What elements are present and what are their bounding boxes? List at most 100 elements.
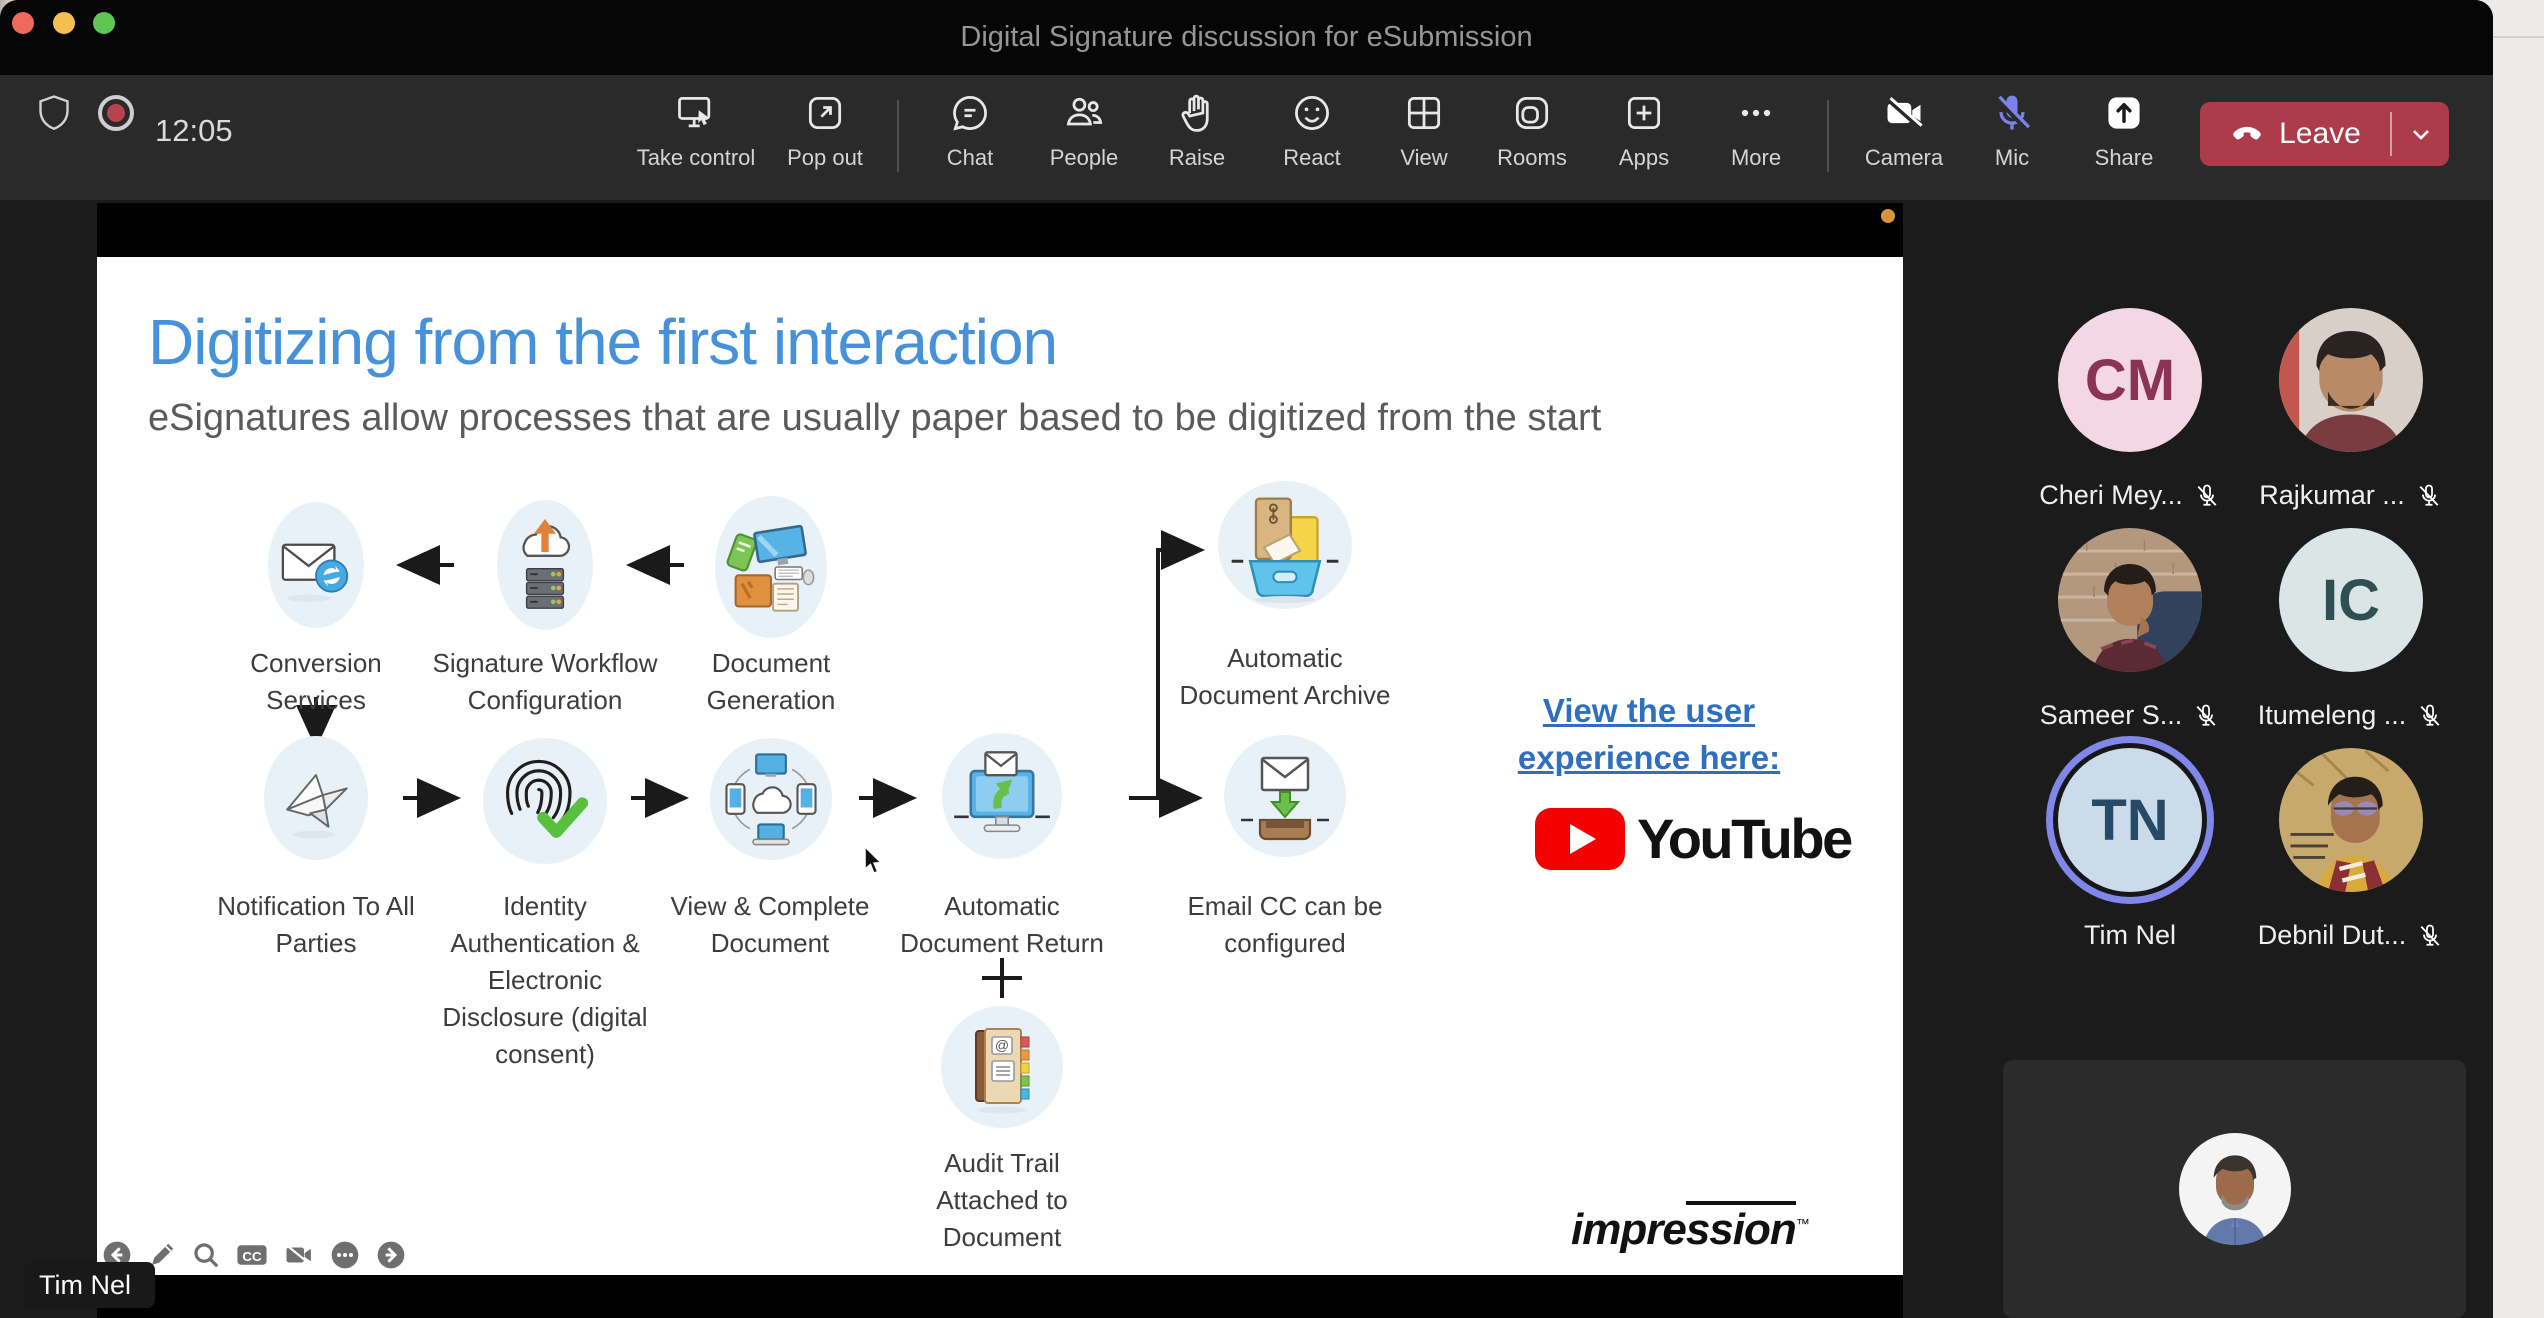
leave-split-button: Leave — [2200, 102, 2449, 166]
impression-logo: impression™ — [1571, 1205, 1809, 1255]
view-user-experience-link[interactable]: View the user experience here: — [1469, 687, 1829, 781]
meeting-title: Digital Signature discussion for eSubmis… — [0, 0, 2493, 75]
avatar-photo-sameer — [2058, 528, 2202, 672]
slide-canvas: Digitizing from the first interaction eS… — [97, 257, 1903, 1275]
participant-tile-cheri[interactable]: CM Cheri Mey... — [2025, 308, 2235, 511]
youtube-wordmark: YouTube — [1637, 806, 1851, 871]
take-control-button[interactable]: Take control — [631, 87, 761, 191]
more-button[interactable]: More — [1691, 87, 1821, 191]
identity-authentication-icon — [483, 738, 607, 864]
raise-hand-label: Raise — [1169, 145, 1225, 171]
node-label-identity-authentication: Identity Authentication & Electronic Dis… — [425, 888, 665, 1073]
mic-off-icon — [2193, 482, 2221, 510]
more-controls-button[interactable] — [329, 1239, 361, 1276]
mic-muted-icon — [1990, 87, 2034, 139]
apps-label: Apps — [1619, 145, 1669, 171]
next-slide-button[interactable] — [375, 1239, 407, 1276]
camera-off-icon — [1881, 87, 1927, 139]
mouse-cursor — [860, 845, 888, 882]
node-label-automatic-document-return: Automatic Document Return — [882, 888, 1122, 962]
participants-rail: CM Cheri Mey... Rajkumar ... Sameer S...… — [2003, 200, 2493, 1318]
captions-button[interactable]: CC — [235, 1240, 269, 1275]
mic-label: Mic — [1995, 145, 2029, 171]
react-button[interactable]: React — [1247, 87, 1377, 191]
link-line-2: experience here: — [1518, 739, 1780, 776]
participant-name: Cheri Mey... — [2039, 480, 2183, 511]
teams-meeting-window: Digital Signature discussion for eSubmis… — [0, 0, 2493, 1318]
mic-off-icon — [2192, 702, 2220, 730]
participant-tile-sameer[interactable]: Sameer S... — [2025, 528, 2235, 731]
rooms-button[interactable]: Rooms — [1467, 87, 1597, 191]
meeting-toolbar: 12:05 Take control Pop out Chat — [0, 75, 2493, 200]
magnify-button[interactable] — [191, 1240, 221, 1275]
react-label: React — [1283, 145, 1340, 171]
participant-tile-rajkumar[interactable]: Rajkumar ... — [2246, 308, 2456, 511]
share-label: Share — [2095, 145, 2154, 171]
raise-hand-icon — [1175, 87, 1219, 139]
meeting-timer: 12:05 — [155, 75, 233, 200]
rooms-icon — [1510, 87, 1554, 139]
background-window-edge — [2493, 36, 2544, 38]
slide-subtitle: eSignatures allow processes that are usu… — [148, 397, 1601, 440]
share-icon — [2102, 87, 2146, 139]
react-icon — [1290, 87, 1334, 139]
slide-title: Digitizing from the first interaction — [148, 305, 1057, 379]
email-cc-icon — [1224, 735, 1346, 857]
node-label-view-complete: View & Complete Document — [650, 888, 890, 962]
camera-off-overlay-icon[interactable] — [283, 1240, 315, 1275]
raise-hand-button[interactable]: Raise — [1132, 87, 1262, 191]
leave-button[interactable]: Leave — [2200, 102, 2390, 166]
presenter-camera-dot — [1881, 209, 1895, 223]
share-button[interactable]: Share — [2059, 87, 2189, 191]
macos-titlebar: Digital Signature discussion for eSubmis… — [0, 0, 2493, 75]
youtube-play-icon — [1535, 808, 1625, 870]
participant-name: Rajkumar ... — [2259, 480, 2405, 511]
take-control-label: Take control — [637, 145, 756, 171]
link-line-1: View the user — [1543, 692, 1755, 729]
apps-icon — [1622, 87, 1666, 139]
pop-out-label: Pop out — [787, 145, 863, 171]
people-button[interactable]: People — [1019, 87, 1149, 191]
avatar-photo-debnil — [2279, 748, 2423, 892]
conversion-services-icon — [268, 502, 364, 628]
mic-button[interactable]: Mic — [1947, 87, 2077, 191]
more-label: More — [1731, 145, 1781, 171]
apps-button[interactable]: Apps — [1579, 87, 1709, 191]
view-label: View — [1400, 145, 1447, 171]
take-control-icon — [674, 87, 718, 139]
hang-up-icon — [2229, 112, 2265, 156]
node-label-signature-workflow: Signature Workflow Configuration — [425, 645, 665, 719]
signature-workflow-icon — [497, 500, 593, 630]
node-label-email-cc: Email CC can be configured — [1165, 888, 1405, 962]
participant-tile-debnil[interactable]: Debnil Dut... — [2246, 748, 2456, 951]
leave-options-button[interactable] — [2392, 102, 2449, 166]
participant-tile-tim-nel[interactable]: TN Tim Nel — [2025, 748, 2235, 951]
leave-label: Leave — [2279, 117, 2361, 151]
people-icon — [1061, 87, 1107, 139]
chat-button[interactable]: Chat — [905, 87, 1035, 191]
shared-slide-frame: Digitizing from the first interaction eS… — [97, 203, 1903, 1318]
rooms-label: Rooms — [1497, 145, 1567, 171]
participant-tile-itumeleng[interactable]: IC Itumeleng ... — [2246, 528, 2456, 731]
view-icon — [1402, 87, 1446, 139]
svg-text:CC: CC — [242, 1249, 262, 1264]
avatar-photo-bottom — [2179, 1133, 2291, 1245]
chat-icon — [948, 87, 992, 139]
pop-out-button[interactable]: Pop out — [760, 87, 890, 191]
mic-off-icon — [2416, 922, 2444, 950]
more-icon — [1734, 87, 1778, 139]
participant-name: Sameer S... — [2040, 700, 2183, 731]
toolbar-divider — [897, 100, 899, 172]
avatar-photo-rajkumar — [2279, 308, 2423, 452]
automatic-document-return-icon — [942, 733, 1062, 859]
automatic-document-archive-icon — [1218, 481, 1352, 609]
participant-name: Debnil Dut... — [2258, 920, 2407, 951]
mic-off-icon — [2415, 482, 2443, 510]
youtube-logo[interactable]: YouTube — [1535, 806, 1851, 871]
audit-trail-icon: @ — [941, 1006, 1063, 1128]
participant-name: Tim Nel — [2084, 920, 2176, 951]
node-label-conversion-services: Conversion Services — [196, 645, 436, 719]
participant-tile-bottom[interactable] — [2003, 1060, 2466, 1318]
pop-out-icon — [803, 87, 847, 139]
notification-parties-icon — [264, 736, 368, 860]
